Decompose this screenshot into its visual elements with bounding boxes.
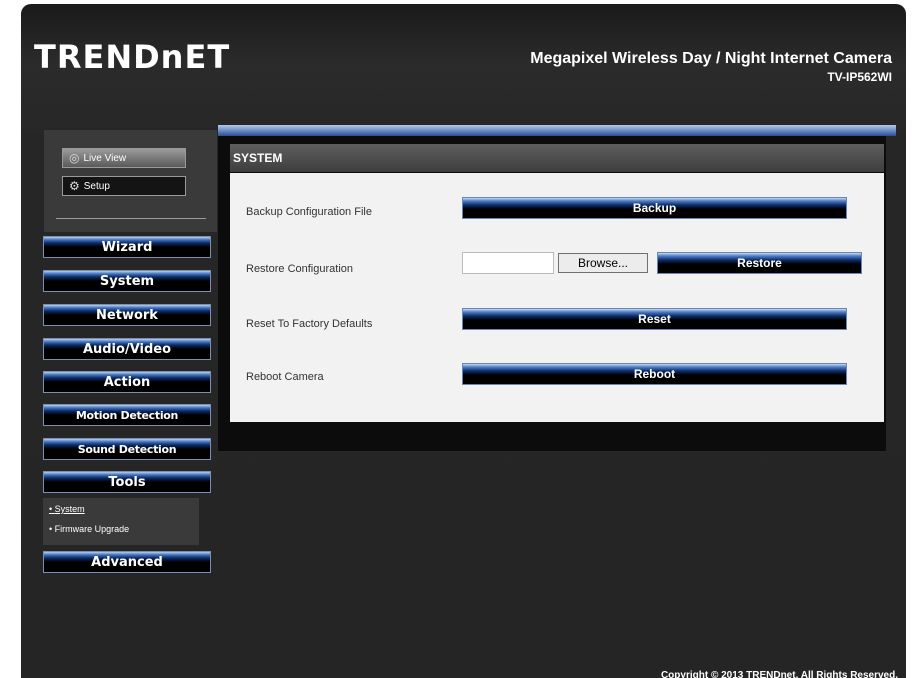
- product-title: Megapixel Wireless Day / Night Internet …: [530, 50, 892, 67]
- nav-tools[interactable]: Tools: [43, 471, 211, 493]
- submenu-item-firmware-upgrade[interactable]: • Firmware Upgrade: [49, 524, 129, 534]
- main-top-bar: [218, 125, 896, 136]
- section-title: SYSTEM: [230, 144, 884, 172]
- reboot-label: Reboot Camera: [246, 371, 324, 383]
- file-path-input[interactable]: [462, 252, 554, 274]
- live-view-label: Live View: [83, 152, 127, 164]
- model-name: TV-IP562WI: [827, 70, 892, 84]
- reboot-button[interactable]: Reboot: [462, 363, 847, 385]
- view-mode-panel: ◎ Live View ⚙ Setup: [44, 130, 217, 232]
- nav-system[interactable]: System: [43, 270, 211, 292]
- nav-network[interactable]: Network: [43, 304, 211, 326]
- eye-icon: ◎: [69, 151, 80, 165]
- nav-audio-video[interactable]: Audio/Video: [43, 338, 211, 360]
- main-panel: SYSTEM Backup Configuration File Backup …: [218, 136, 886, 451]
- live-view-button[interactable]: ◎ Live View: [62, 148, 186, 168]
- submenu-item-system[interactable]: • System: [49, 504, 85, 514]
- reset-button[interactable]: Reset: [462, 308, 847, 330]
- reset-label: Reset To Factory Defaults: [246, 318, 373, 330]
- trendnet-logo: TRENDnET: [34, 38, 231, 76]
- nav-wizard[interactable]: Wizard: [43, 236, 211, 258]
- nav-motion-detection[interactable]: Motion Detection: [43, 404, 211, 426]
- nav-advanced[interactable]: Advanced: [43, 551, 211, 573]
- setup-label: Setup: [83, 180, 110, 192]
- submenu-system-label: System: [54, 504, 85, 514]
- backup-label: Backup Configuration File: [246, 206, 372, 218]
- submenu-firmware-label: Firmware Upgrade: [54, 524, 130, 534]
- divider: [56, 218, 206, 219]
- restore-button[interactable]: Restore: [657, 252, 862, 274]
- app-frame: TRENDnET Megapixel Wireless Day / Night …: [21, 4, 906, 678]
- tools-submenu: • System • Firmware Upgrade: [43, 498, 199, 545]
- copyright-text: Copyright © 2013 TRENDnet. All Rights Re…: [660, 670, 898, 678]
- setup-button[interactable]: ⚙ Setup: [62, 176, 186, 196]
- gear-icon: ⚙: [69, 179, 80, 193]
- browse-button[interactable]: Browse...: [558, 253, 648, 273]
- nav-sound-detection[interactable]: Sound Detection: [43, 438, 211, 460]
- nav-action[interactable]: Action: [43, 371, 211, 393]
- system-content: Backup Configuration File Backup Restore…: [230, 173, 884, 422]
- backup-button[interactable]: Backup: [462, 197, 847, 219]
- restore-label: Restore Configuration: [246, 263, 354, 275]
